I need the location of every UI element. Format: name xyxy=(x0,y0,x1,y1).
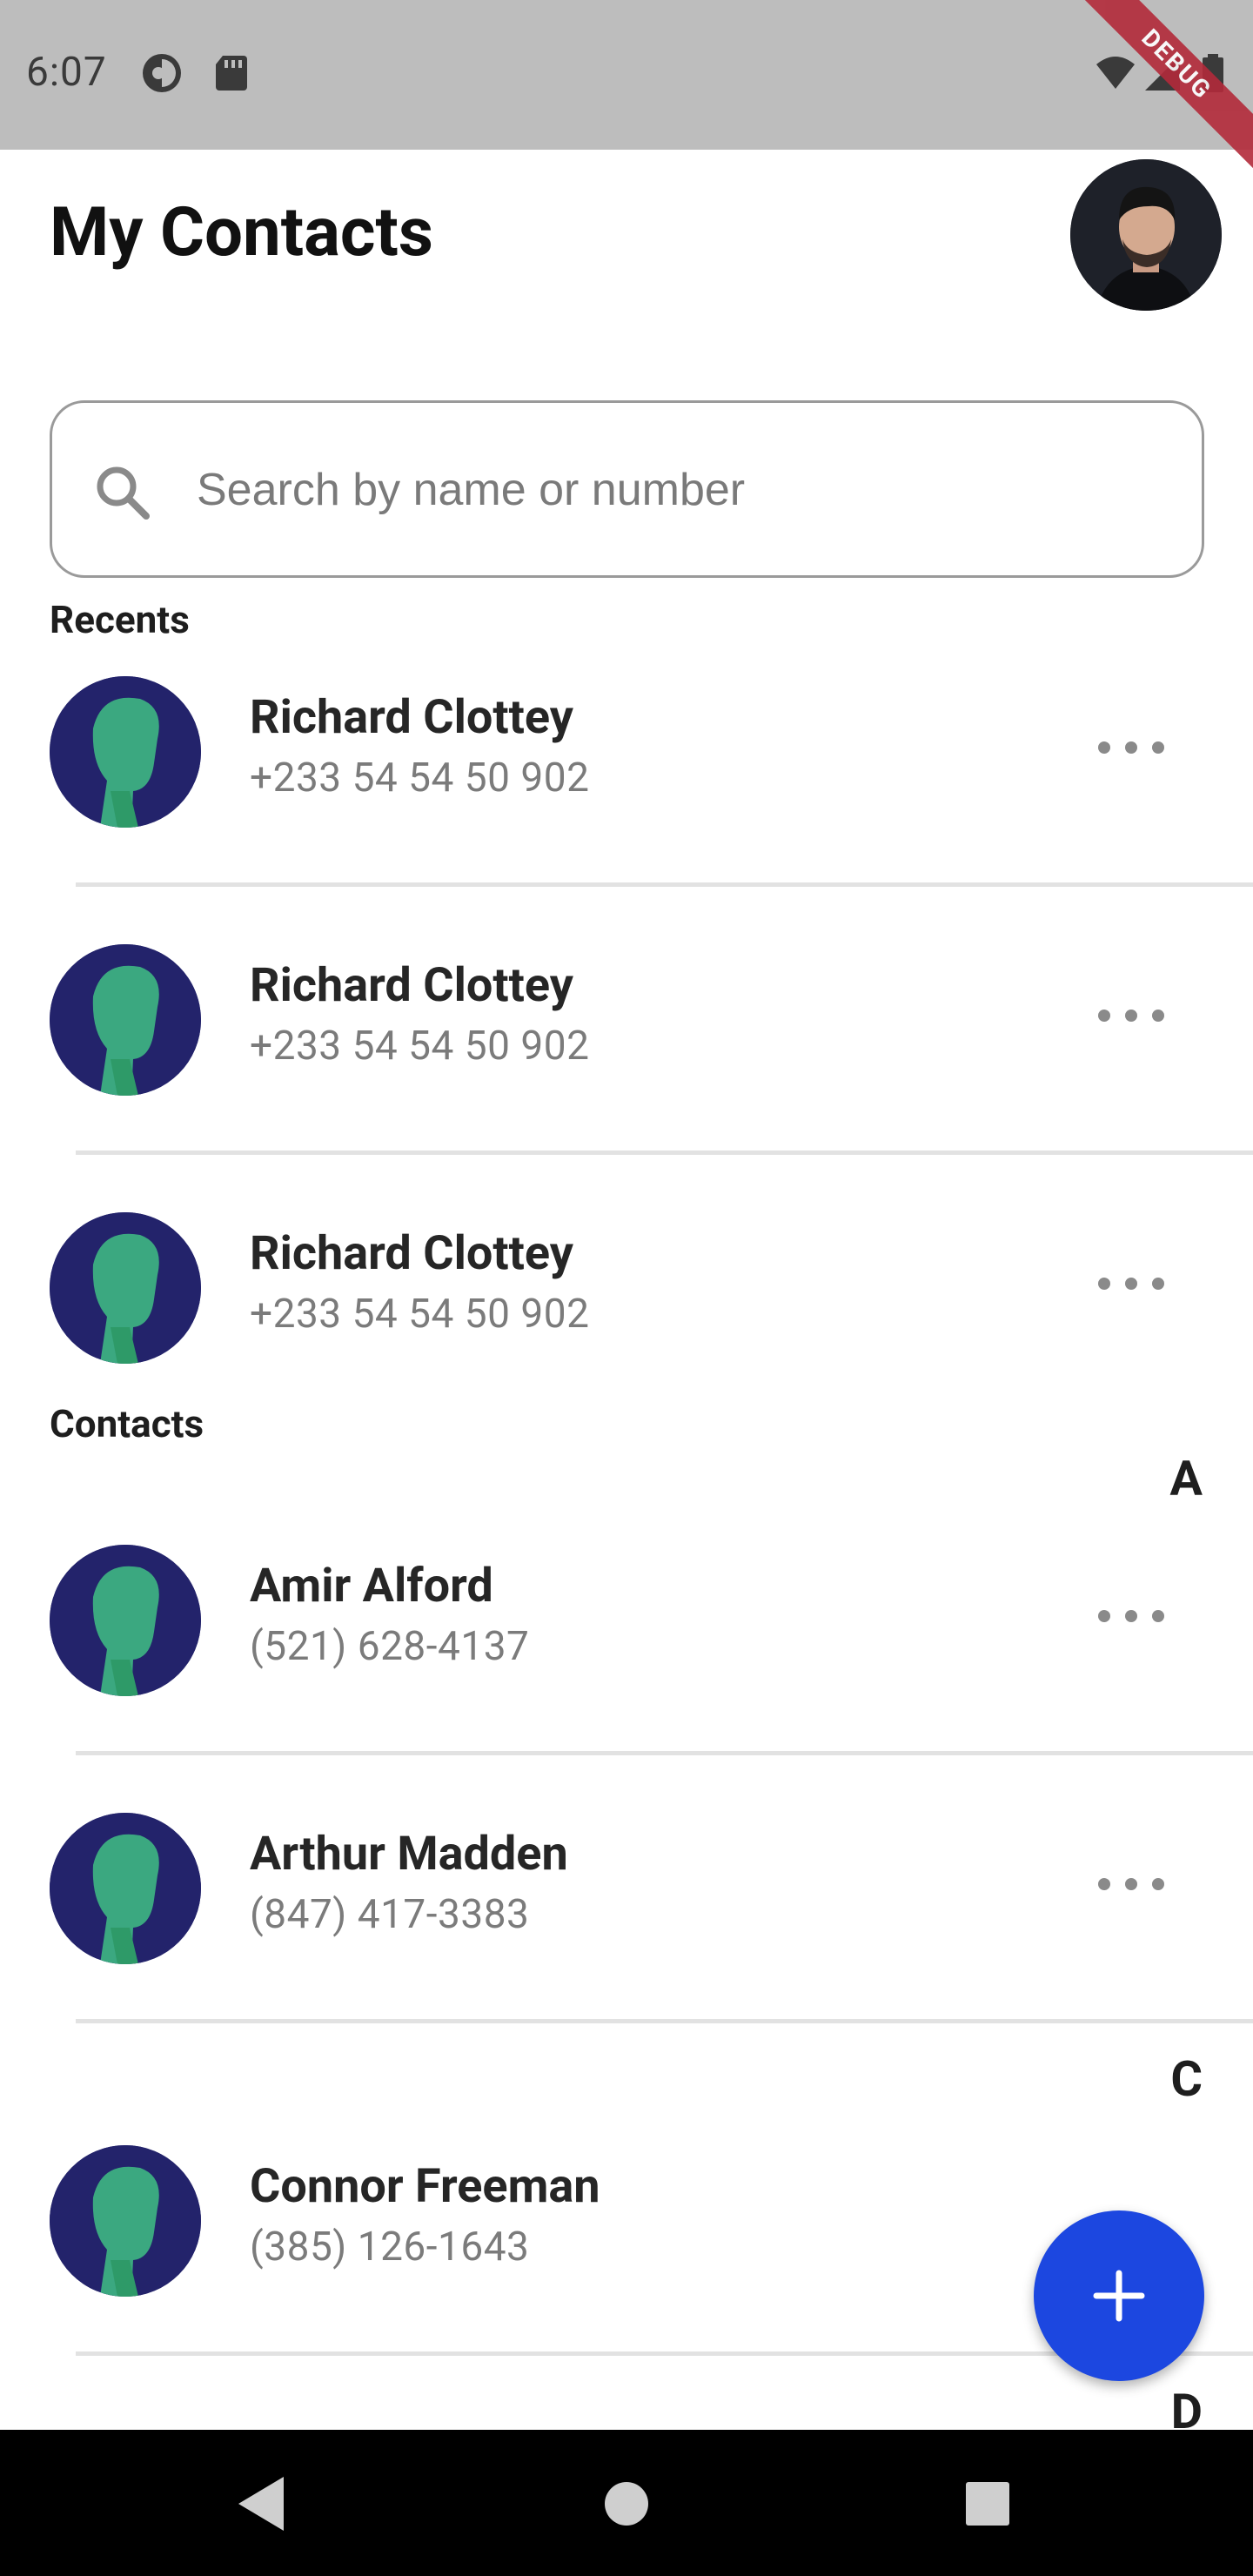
search-input[interactable] xyxy=(197,438,1154,542)
more-options-icon[interactable] xyxy=(1098,996,1164,1035)
recents-label: Recents xyxy=(50,597,190,642)
circle-half-icon xyxy=(143,54,181,92)
list-item[interactable]: Amir Alford (521) 628-4137 xyxy=(0,1510,1253,1719)
list-item[interactable]: Richard Clottey +233 54 54 50 902 xyxy=(0,1177,1253,1386)
contact-name: Arthur Madden xyxy=(250,1827,568,1882)
more-options-icon[interactable] xyxy=(1098,1597,1164,1635)
search-icon xyxy=(97,466,150,520)
contact-name: Connor Freeman xyxy=(250,2159,600,2214)
contact-name: Richard Clottey xyxy=(250,690,573,745)
contact-phone: (385) 126-1643 xyxy=(250,2224,530,2271)
recents-icon[interactable] xyxy=(948,2465,1027,2543)
divider xyxy=(76,2019,1253,2023)
avatar xyxy=(50,676,201,828)
contact-photo-icon xyxy=(50,1813,201,1964)
avatar xyxy=(50,1212,201,1364)
list-item[interactable]: Richard Clottey +233 54 54 50 902 xyxy=(0,641,1253,850)
avatar xyxy=(50,2145,201,2297)
contact-name: Richard Clottey xyxy=(250,1226,573,1281)
contact-phone: (521) 628-4137 xyxy=(250,1623,530,1670)
more-options-icon[interactable] xyxy=(1098,1865,1164,1903)
contact-photo-icon xyxy=(50,1212,201,1364)
status-bar: 6:07 DEBUG xyxy=(0,0,1253,171)
divider xyxy=(76,1150,1253,1155)
profile-avatar[interactable] xyxy=(1070,159,1222,311)
contacts-label: Contacts xyxy=(50,1401,204,1446)
list-item[interactable]: Richard Clottey +233 54 54 50 902 xyxy=(0,909,1253,1118)
contact-photo-icon xyxy=(50,2145,201,2297)
list-item[interactable]: Arthur Madden (847) 417-3383 xyxy=(0,1778,1253,1987)
more-options-icon[interactable] xyxy=(1098,1265,1164,1303)
avatar xyxy=(50,1813,201,1964)
plus-icon xyxy=(1093,2270,1145,2322)
avatar xyxy=(50,1545,201,1696)
contact-photo-icon xyxy=(50,676,201,828)
page-title: My Contacts xyxy=(50,193,433,272)
sd-card-icon xyxy=(216,56,247,91)
letter-header-c: C xyxy=(1170,2050,1203,2108)
profile-photo-icon xyxy=(1070,159,1222,311)
back-icon[interactable] xyxy=(223,2465,301,2543)
avatar xyxy=(50,944,201,1096)
letter-header-a: A xyxy=(1169,1450,1203,1507)
contact-phone: (847) 417-3383 xyxy=(250,1891,530,1938)
status-time: 6:07 xyxy=(26,49,107,96)
add-contact-button[interactable] xyxy=(1034,2210,1204,2381)
more-options-icon[interactable] xyxy=(1098,728,1164,767)
contact-photo-icon xyxy=(50,944,201,1096)
navigation-bar xyxy=(0,2430,1253,2576)
contact-phone: +233 54 54 50 902 xyxy=(250,755,590,802)
home-icon[interactable] xyxy=(587,2465,666,2543)
contact-phone: +233 54 54 50 902 xyxy=(250,1023,590,1070)
divider xyxy=(76,1751,1253,1755)
contact-name: Richard Clottey xyxy=(250,958,573,1013)
contact-name: Amir Alford xyxy=(250,1559,493,1613)
wifi-icon xyxy=(1096,57,1135,89)
contact-phone: +233 54 54 50 902 xyxy=(250,1291,590,1338)
search-box[interactable] xyxy=(50,400,1204,578)
divider xyxy=(76,882,1253,887)
contact-photo-icon xyxy=(50,1545,201,1696)
